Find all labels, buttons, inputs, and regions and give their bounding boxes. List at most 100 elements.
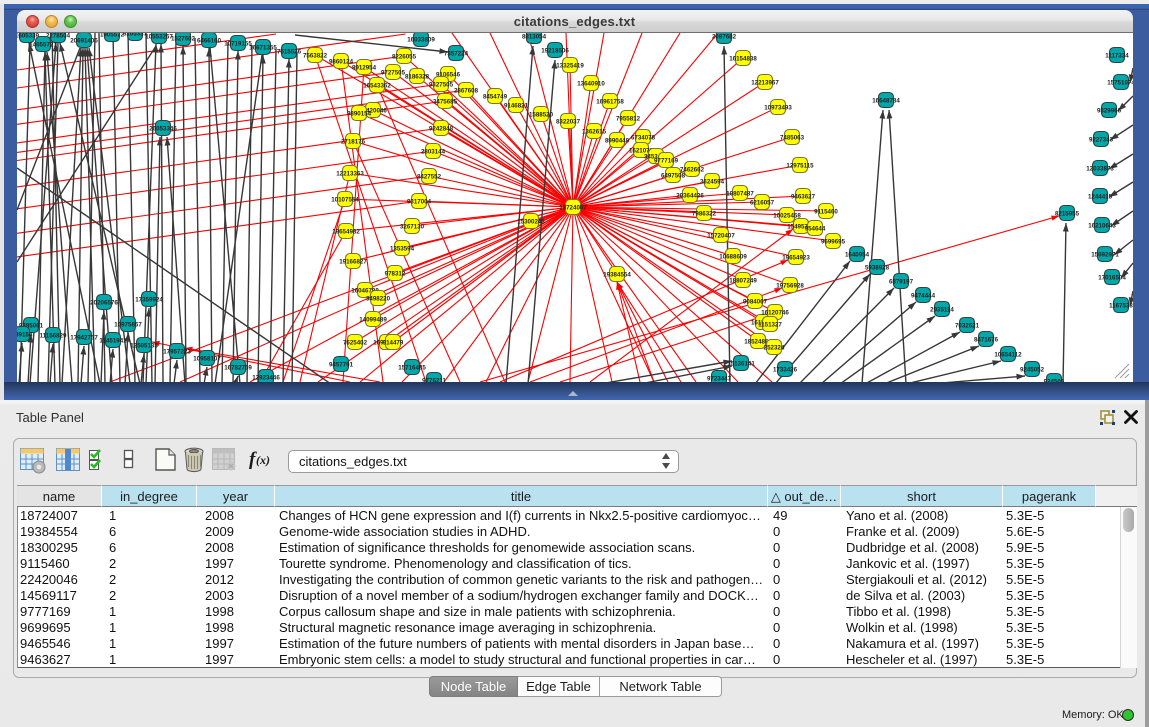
svg-text:2718176: 2718176 <box>341 139 366 146</box>
svg-text:26053346: 26053346 <box>149 126 177 133</box>
svg-text:2867608: 2867608 <box>454 88 479 95</box>
svg-text:252324: 252324 <box>764 345 785 352</box>
svg-text:12213363: 12213363 <box>336 171 364 178</box>
svg-text:16543362: 16543362 <box>363 83 391 90</box>
svg-text:15751074: 15751074 <box>1107 80 1133 87</box>
svg-text:8454749: 8454749 <box>483 94 508 101</box>
svg-text:6879197: 6879197 <box>889 279 914 286</box>
svg-text:10958107: 10958107 <box>193 356 221 363</box>
svg-text:20691406: 20691406 <box>70 38 98 45</box>
svg-text:16210643: 16210643 <box>1088 223 1116 230</box>
svg-text:16154838: 16154838 <box>729 56 757 63</box>
svg-text:19756928: 19756928 <box>776 283 804 290</box>
svg-text:9776211: 9776211 <box>422 378 446 383</box>
svg-text:978312: 978312 <box>385 271 406 278</box>
svg-text:20206576: 20206576 <box>90 300 118 307</box>
svg-text:3624594: 3624594 <box>700 179 725 186</box>
svg-text:6216057: 6216057 <box>750 200 775 207</box>
svg-text:19654982: 19654982 <box>332 229 360 236</box>
svg-text:7563822: 7563822 <box>303 53 328 60</box>
svg-text:10553267: 10553267 <box>145 34 173 41</box>
svg-text:9242848: 9242848 <box>429 126 454 133</box>
svg-text:10807487: 10807487 <box>726 191 754 198</box>
svg-text:7485063: 7485063 <box>780 135 805 142</box>
svg-text:6497508: 6497508 <box>661 173 686 180</box>
svg-text:10654112: 10654112 <box>994 352 1022 359</box>
svg-text:15136141: 15136141 <box>727 361 755 368</box>
svg-text:3498220: 3498220 <box>366 296 391 303</box>
svg-text:10719155: 10719155 <box>224 41 252 48</box>
svg-text:8226055: 8226055 <box>392 54 417 61</box>
svg-text:8186328: 8186328 <box>405 74 430 81</box>
svg-text:1905572: 1905572 <box>100 33 125 39</box>
svg-text:13325419: 13325419 <box>556 63 584 70</box>
svg-text:17957223: 17957223 <box>163 349 191 356</box>
svg-text:12923446: 12923446 <box>252 375 280 382</box>
svg-text:2803144: 2803144 <box>421 149 446 156</box>
svg-text:9463627: 9463627 <box>791 194 816 201</box>
svg-text:16120746: 16120746 <box>761 310 789 317</box>
svg-text:9227343: 9227343 <box>1089 137 1114 144</box>
svg-text:9084067: 9084067 <box>743 299 768 306</box>
svg-text:9777169: 9777169 <box>654 158 679 165</box>
svg-text:7625402: 7625402 <box>343 340 368 347</box>
svg-text:7032621: 7032621 <box>955 323 980 330</box>
svg-text:17016504: 17016504 <box>1098 275 1126 282</box>
svg-text:12505135: 12505135 <box>130 343 158 350</box>
svg-text:9146821: 9146821 <box>504 103 529 110</box>
svg-text:10107554: 10107554 <box>331 197 359 204</box>
svg-text:20364436: 20364436 <box>676 193 704 200</box>
svg-text:9860124: 9860124 <box>329 59 354 66</box>
svg-text:11156829: 11156829 <box>40 333 67 340</box>
svg-text:1527602: 1527602 <box>171 36 196 43</box>
svg-text:10973493: 10973493 <box>764 105 792 112</box>
svg-text:16648784: 16648784 <box>872 98 900 105</box>
svg-text:7986322: 7986322 <box>692 211 717 218</box>
svg-text:1167533: 1167533 <box>1109 303 1133 310</box>
svg-text:9890154: 9890154 <box>347 111 372 118</box>
svg-text:9327505: 9327505 <box>429 82 454 89</box>
svg-text:9727505: 9727505 <box>381 70 406 77</box>
svg-text:914479: 914479 <box>383 340 404 347</box>
svg-text:8990448: 8990448 <box>605 138 630 145</box>
svg-text:18724007: 18724007 <box>559 205 587 212</box>
svg-text:16782759: 16782759 <box>224 365 252 372</box>
svg-text:12033873: 12033873 <box>1086 166 1114 173</box>
svg-text:7357224: 7357224 <box>444 51 469 58</box>
svg-text:9699695: 9699695 <box>821 239 846 246</box>
svg-text:14055721: 14055721 <box>29 42 57 49</box>
svg-text:954644: 954644 <box>805 226 826 233</box>
svg-text:1588520: 1588520 <box>529 112 554 119</box>
svg-text:11451941: 11451941 <box>99 338 127 345</box>
svg-text:15716485: 15716485 <box>398 365 426 372</box>
svg-text:3267130: 3267130 <box>400 224 425 231</box>
svg-text:15300243: 15300243 <box>517 219 545 226</box>
svg-text:9329966: 9329966 <box>1097 108 1122 115</box>
svg-text:10975867: 10975867 <box>114 322 142 329</box>
svg-text:7515526: 7515526 <box>277 49 302 56</box>
svg-text:5938928: 5938928 <box>865 265 890 272</box>
svg-text:1151327: 1151327 <box>758 322 782 329</box>
svg-text:9115460: 9115460 <box>814 209 838 216</box>
svg-text:(x): (x) <box>256 453 270 467</box>
svg-text:2087682: 2087682 <box>712 34 737 41</box>
svg-text:9723447: 9723447 <box>707 376 732 383</box>
svg-text:8912954: 8912954 <box>352 65 377 72</box>
svg-text:16961758: 16961758 <box>596 99 624 106</box>
svg-text:1117334: 1117334 <box>1105 53 1129 60</box>
svg-text:1733426: 1733426 <box>773 367 798 374</box>
svg-text:9457791: 9457791 <box>329 362 354 369</box>
svg-text:1353594: 1353594 <box>390 246 415 253</box>
svg-text:6734078: 6734078 <box>631 135 656 142</box>
svg-text:9317004: 9317004 <box>407 199 432 206</box>
svg-text:9245052: 9245052 <box>1020 367 1045 374</box>
svg-text:19384554: 19384554 <box>603 272 631 279</box>
svg-text:2935114: 2935114 <box>930 307 954 314</box>
svg-text:17942757: 17942757 <box>70 335 98 342</box>
svg-text:1244415: 1244415 <box>1088 194 1113 201</box>
svg-text:15692971: 15692971 <box>1091 252 1119 259</box>
svg-text:7955812: 7955812 <box>616 116 641 123</box>
svg-text:17359924: 17359924 <box>135 297 163 304</box>
svg-text:8471676: 8471676 <box>974 337 999 344</box>
svg-text:14099489: 14099489 <box>359 317 387 324</box>
